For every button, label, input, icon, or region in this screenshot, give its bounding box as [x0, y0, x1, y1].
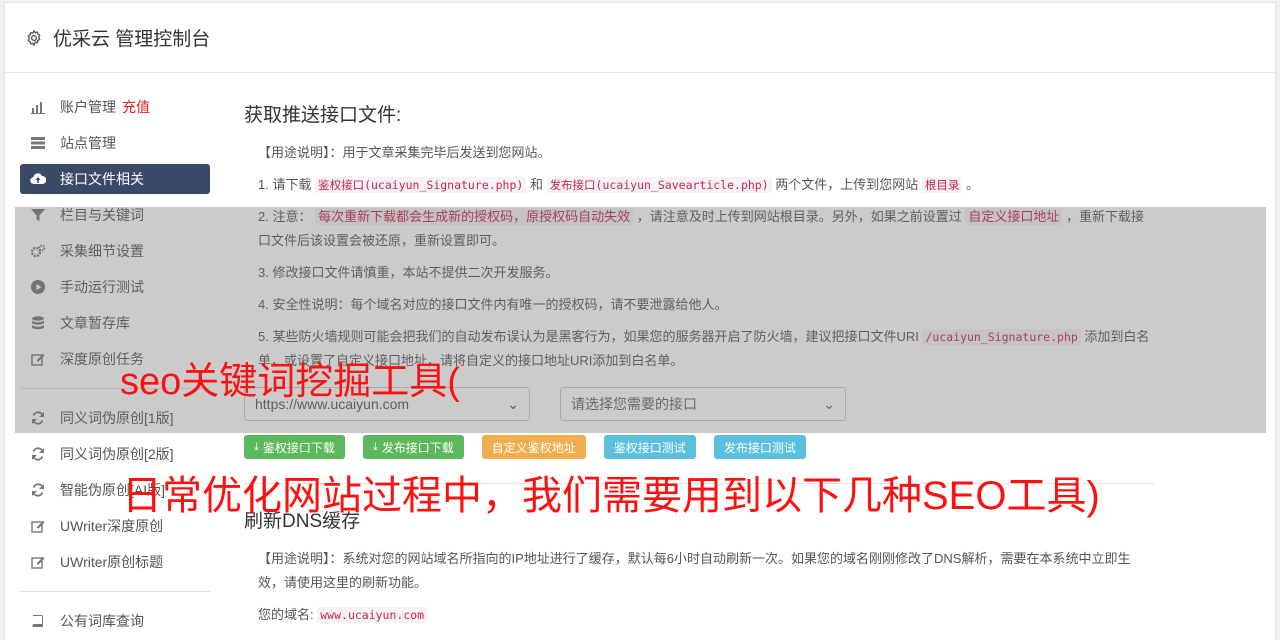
cloud-upload-icon: [30, 171, 46, 187]
step-1: 1. 请下载 鉴权接口(ucaiyun_Signature.php) 和 发布接…: [244, 173, 1154, 197]
sidebar-item-article-store[interactable]: 文章暂存库: [20, 308, 210, 338]
sidebar-item-label: 同义词伪原创[1版]: [60, 410, 174, 426]
chevron-down-icon: ⌄: [507, 395, 519, 412]
test-signature-button[interactable]: 鉴权接口测试: [603, 435, 696, 459]
sidebar-divider: [20, 591, 210, 592]
sidebar-item-public-lexicon[interactable]: 公有词库查询: [20, 606, 210, 636]
step-1-text: 。: [962, 177, 980, 192]
step-1-text: 两个文件，上传到您网站: [771, 177, 922, 192]
root-dir-code: 根目录: [921, 177, 963, 193]
sidebar-item-api-files[interactable]: 接口文件相关: [20, 164, 210, 194]
refresh-icon: [30, 410, 46, 426]
sidebar-item-label: 公有词库查询: [60, 613, 144, 629]
step-2-text: 2. 注意：: [258, 209, 316, 224]
signature-uri-code: /ucaiyun_Signature.php: [922, 329, 1081, 345]
step-1-text: 和: [526, 177, 547, 192]
watermark-line-2: 日常优化网站过程中，我们需要用到以下几种SEO工具): [122, 474, 1100, 518]
dns-usage-text: 【用途说明】：系统对您的网站域名所指向的IP地址进行了缓存，默认每6小时自动刷新…: [258, 551, 1131, 590]
custom-signature-button[interactable]: 自定义鉴权地址: [481, 435, 586, 459]
cogs-icon: [30, 243, 46, 259]
edit-icon: [30, 554, 46, 570]
step-1-text: 1. 请下载: [258, 177, 316, 192]
button-row: ⤓ 鉴权接口下载 ⤓ 发布接口下载 自定义鉴权地址 鉴权接口测试 发布接口测试: [244, 435, 1154, 459]
sidebar-item-manual-run[interactable]: 手动运行测试: [20, 272, 210, 302]
test-publish-button[interactable]: 发布接口测试: [713, 435, 806, 459]
sidebar-item-label: 手动运行测试: [60, 279, 144, 295]
warning-highlight: 每次重新下载都会生成新的授权码，原授权码自动失效: [315, 208, 634, 225]
edit-icon: [30, 518, 46, 534]
chevron-down-icon: ⌄: [823, 395, 835, 412]
download-icon: ⤓: [372, 440, 378, 453]
sidebar-item-label: UWriter原创标题: [60, 554, 164, 570]
bar-chart-icon: [30, 99, 46, 115]
step-4: 4. 安全性说明：每个域名对应的接口文件内有唯一的授权码，请不要泄露给他人。: [258, 297, 728, 312]
sidebar-item-label: 文章暂存库: [60, 315, 130, 331]
api-select[interactable]: 请选择您需要的接口 ⌄: [560, 387, 846, 421]
sidebar-item-label: 同义词伪原创[2版]: [60, 446, 174, 462]
usage-text: 【用途说明】：用于文章采集完毕后发送到您网站。: [258, 145, 551, 160]
sidebar-item-account[interactable]: 账户管理 充值: [20, 92, 210, 122]
section-title-api-files: 获取推送接口文件:: [244, 105, 402, 126]
button-label: 自定义鉴权地址: [491, 440, 576, 455]
list-icon: [30, 135, 46, 151]
sidebar-item-sites[interactable]: 站点管理: [20, 128, 210, 158]
api-select-value: 请选择您需要的接口: [571, 396, 697, 412]
domain-label: 您的域名:: [258, 607, 314, 622]
gear-icon: [27, 29, 41, 47]
sidebar-item-uwriter-title[interactable]: UWriter原创标题: [20, 547, 210, 577]
sidebar-item-label: 接口文件相关: [60, 171, 144, 187]
sidebar-item-synonym-v1[interactable]: 同义词伪原创[1版]: [20, 403, 210, 433]
refresh-icon: [30, 482, 46, 498]
filter-icon: [30, 207, 46, 223]
sidebar-item-label: 账户管理: [60, 99, 116, 115]
domain-row: 您的域名: www.ucaiyun.com: [244, 603, 1154, 627]
download-icon: ⤓: [254, 440, 259, 453]
custom-api-highlight: 自定义接口地址: [965, 208, 1063, 225]
signature-download-link[interactable]: 鉴权接口(ucaiyun_Signature.php): [315, 177, 527, 193]
refresh-icon: [30, 446, 46, 462]
database-icon: [30, 315, 46, 331]
step-2-text: ，请注意及时上传到网站根目录。另外，如果之前设置过: [633, 209, 966, 224]
recharge-link[interactable]: 充值: [122, 97, 150, 117]
button-label: 发布接口测试: [723, 440, 796, 455]
button-label: 鉴权接口下载: [262, 440, 335, 455]
sidebar-item-label: 栏目与关键词: [60, 207, 144, 223]
book-icon: [30, 613, 46, 629]
sidebar-item-columns-keywords[interactable]: 栏目与关键词: [20, 200, 210, 230]
header: 优采云 管理控制台: [5, 3, 1275, 73]
console-title: 优采云 管理控制台: [53, 29, 211, 50]
step-3: 3. 修改接口文件请慎重，本站不提供二次开发服务。: [258, 265, 559, 280]
download-publish-button[interactable]: ⤓ 发布接口下载: [362, 435, 464, 459]
edit-icon: [30, 351, 46, 367]
download-signature-button[interactable]: ⤓ 鉴权接口下载: [244, 435, 345, 459]
step-2: 2. 注意： 每次重新下载都会生成新的授权码，原授权码自动失效 ，请注意及时上传…: [244, 205, 1154, 253]
step-5-text: 5. 某些防火墙规则可能会把我们的自动发布误认为是黑客行为，如果您的服务器开启了…: [258, 329, 923, 344]
sidebar-item-collect-settings[interactable]: 采集细节设置: [20, 236, 210, 266]
button-label: 发布接口下载: [381, 440, 454, 455]
savearticle-download-link[interactable]: 发布接口(ucaiyun_Savearticle.php): [546, 177, 772, 193]
sidebar-item-label: 站点管理: [60, 135, 116, 151]
button-label: 鉴权接口测试: [613, 440, 686, 455]
play-circle-icon: [30, 279, 46, 295]
sidebar-item-label: 采集细节设置: [60, 243, 144, 259]
watermark-line-1: seo关键词挖掘工具(: [120, 361, 460, 403]
domain-value: www.ucaiyun.com: [317, 607, 428, 623]
